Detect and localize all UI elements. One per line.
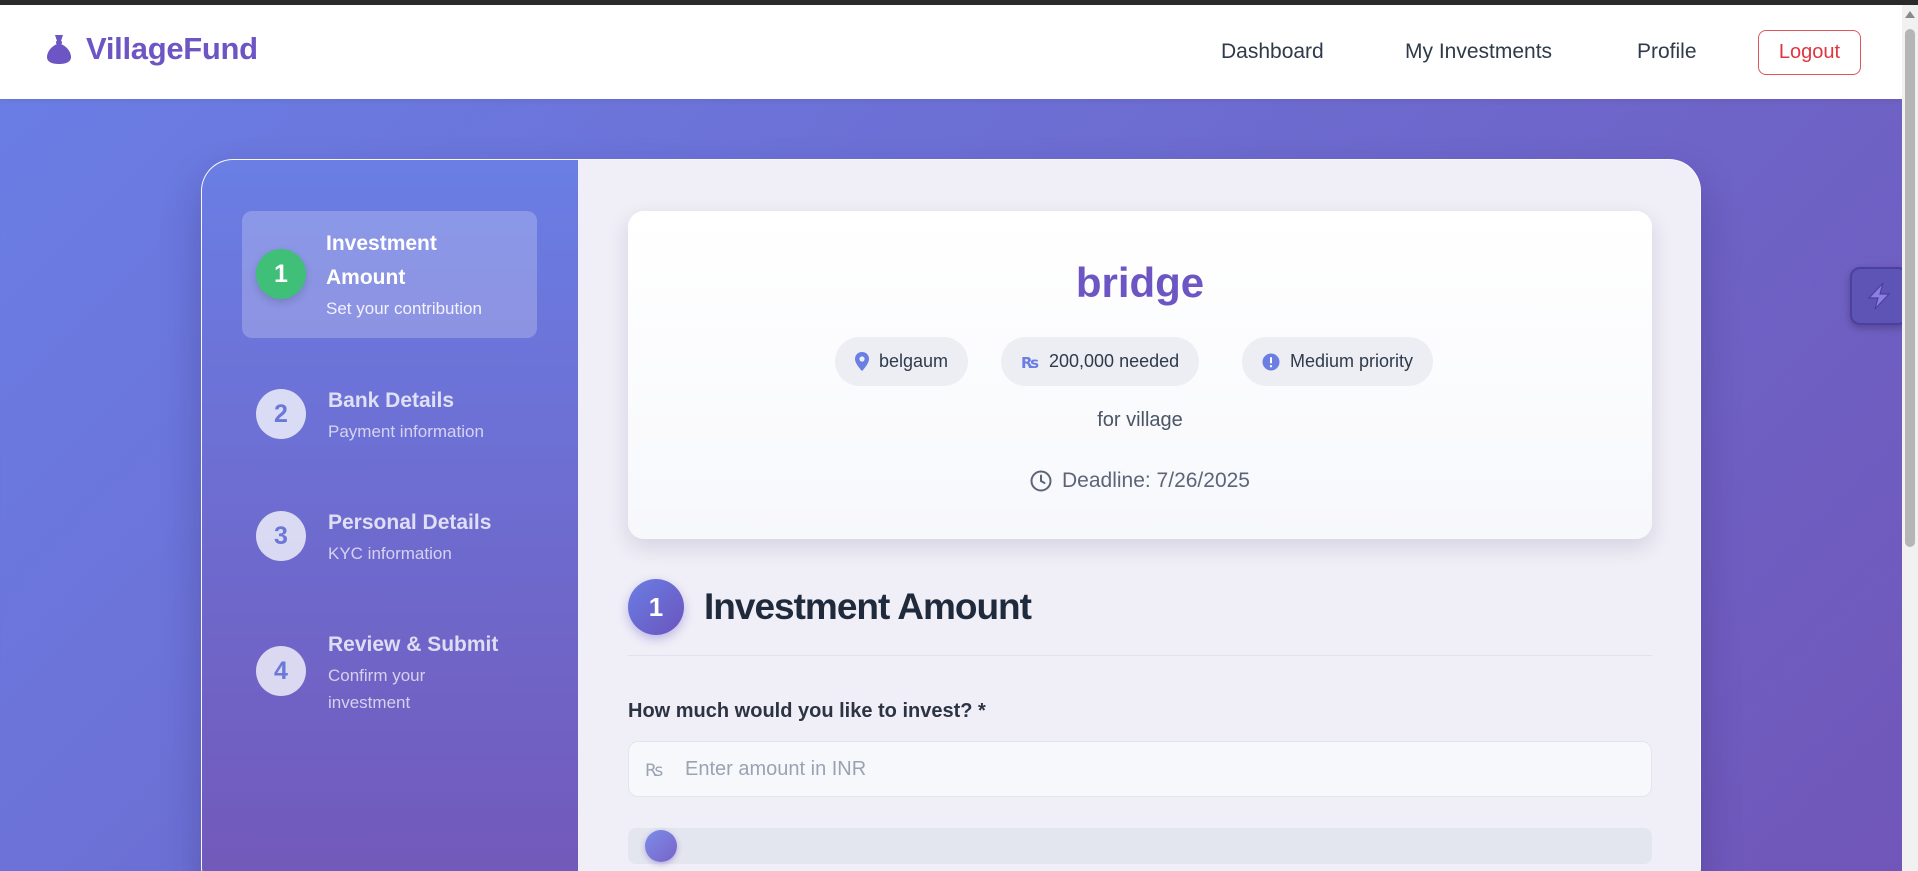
step-title: Bank Details: [328, 389, 455, 412]
deadline: Deadline: 7/26/2025: [628, 469, 1652, 493]
step-title: Personal Details: [328, 511, 492, 534]
step-subtitle: Set your contribution: [326, 299, 482, 318]
step-personal-details[interactable]: 3 Personal Details KYC information: [242, 506, 537, 567]
section-divider: [628, 655, 1652, 656]
location-pin-icon: [855, 352, 869, 371]
nav-my-investments[interactable]: My Investments: [1405, 40, 1552, 64]
scrollbar[interactable]: [1902, 5, 1918, 871]
project-description: for village: [1097, 409, 1183, 431]
rupee-icon: ₨: [645, 761, 663, 780]
step-title: Review & Submit: [328, 633, 499, 656]
section-header: 1 Investment Amount: [628, 579, 1032, 635]
bolt-icon: [1867, 282, 1891, 310]
amount-input[interactable]: [685, 742, 1635, 796]
investment-wizard-card: 1 Investment Amount Set your contributio…: [201, 159, 1701, 871]
priority-chip: Medium priority: [1242, 337, 1434, 386]
nav-dashboard[interactable]: Dashboard: [1221, 40, 1324, 64]
step-number: 3: [256, 511, 306, 561]
funding-needed-text: 200,000 needed: [1049, 351, 1180, 371]
step-bank-details[interactable]: 2 Bank Details Payment information: [242, 384, 537, 445]
location-text: belgaum: [879, 351, 949, 371]
step-subtitle: Payment information: [328, 422, 484, 441]
step-number: 4: [256, 646, 306, 696]
money-bag-icon: [47, 35, 71, 64]
project-title: bridge: [1075, 259, 1205, 306]
section-title: Investment Amount: [704, 586, 1032, 627]
brand-logo[interactable]: VillageFund: [44, 31, 258, 67]
step-review-submit[interactable]: 4 Review & Submit Confirm your investmen…: [242, 628, 537, 716]
amount-slider[interactable]: [628, 828, 1652, 864]
section-number: 1: [628, 579, 684, 635]
step-investment-amount[interactable]: 1 Investment Amount Set your contributio…: [242, 211, 537, 338]
deadline-text: Deadline: 7/26/2025: [1062, 469, 1250, 492]
clock-icon: [1030, 470, 1052, 492]
priority-text: Medium priority: [1290, 351, 1414, 371]
alert-circle-icon: [1262, 353, 1280, 370]
brand-name: VillageFund: [86, 31, 258, 66]
step-number: 2: [256, 389, 306, 439]
location-chip: belgaum: [835, 337, 969, 386]
amount-label: How much would you like to invest? *: [628, 700, 986, 722]
step-title: Investment Amount: [326, 232, 437, 289]
svg-text:₨: ₨: [1021, 354, 1039, 371]
step-number: 1: [256, 249, 306, 299]
amount-input-wrapper: ₨: [628, 741, 1652, 797]
step-subtitle: KYC information: [328, 544, 452, 563]
funding-needed-chip: ₨ 200,000 needed: [1001, 337, 1200, 386]
floating-tool-button[interactable]: [1850, 267, 1908, 325]
rupee-icon: ₨: [1021, 354, 1039, 371]
project-info-card: bridge belgaum ₨ 200,000 needed Medium p…: [628, 211, 1652, 539]
scrollbar-thumb[interactable]: [1905, 29, 1915, 547]
logout-button[interactable]: Logout: [1758, 30, 1861, 75]
nav-profile[interactable]: Profile: [1637, 40, 1697, 64]
slider-handle[interactable]: [645, 830, 677, 862]
step-subtitle: Confirm your investment: [328, 666, 426, 712]
steps-sidebar: 1 Investment Amount Set your contributio…: [202, 160, 578, 871]
navbar: VillageFund Dashboard My Investments Pro…: [0, 5, 1902, 99]
scroll-up-arrow-icon[interactable]: [1905, 11, 1915, 18]
svg-text:₨: ₨: [645, 761, 663, 780]
